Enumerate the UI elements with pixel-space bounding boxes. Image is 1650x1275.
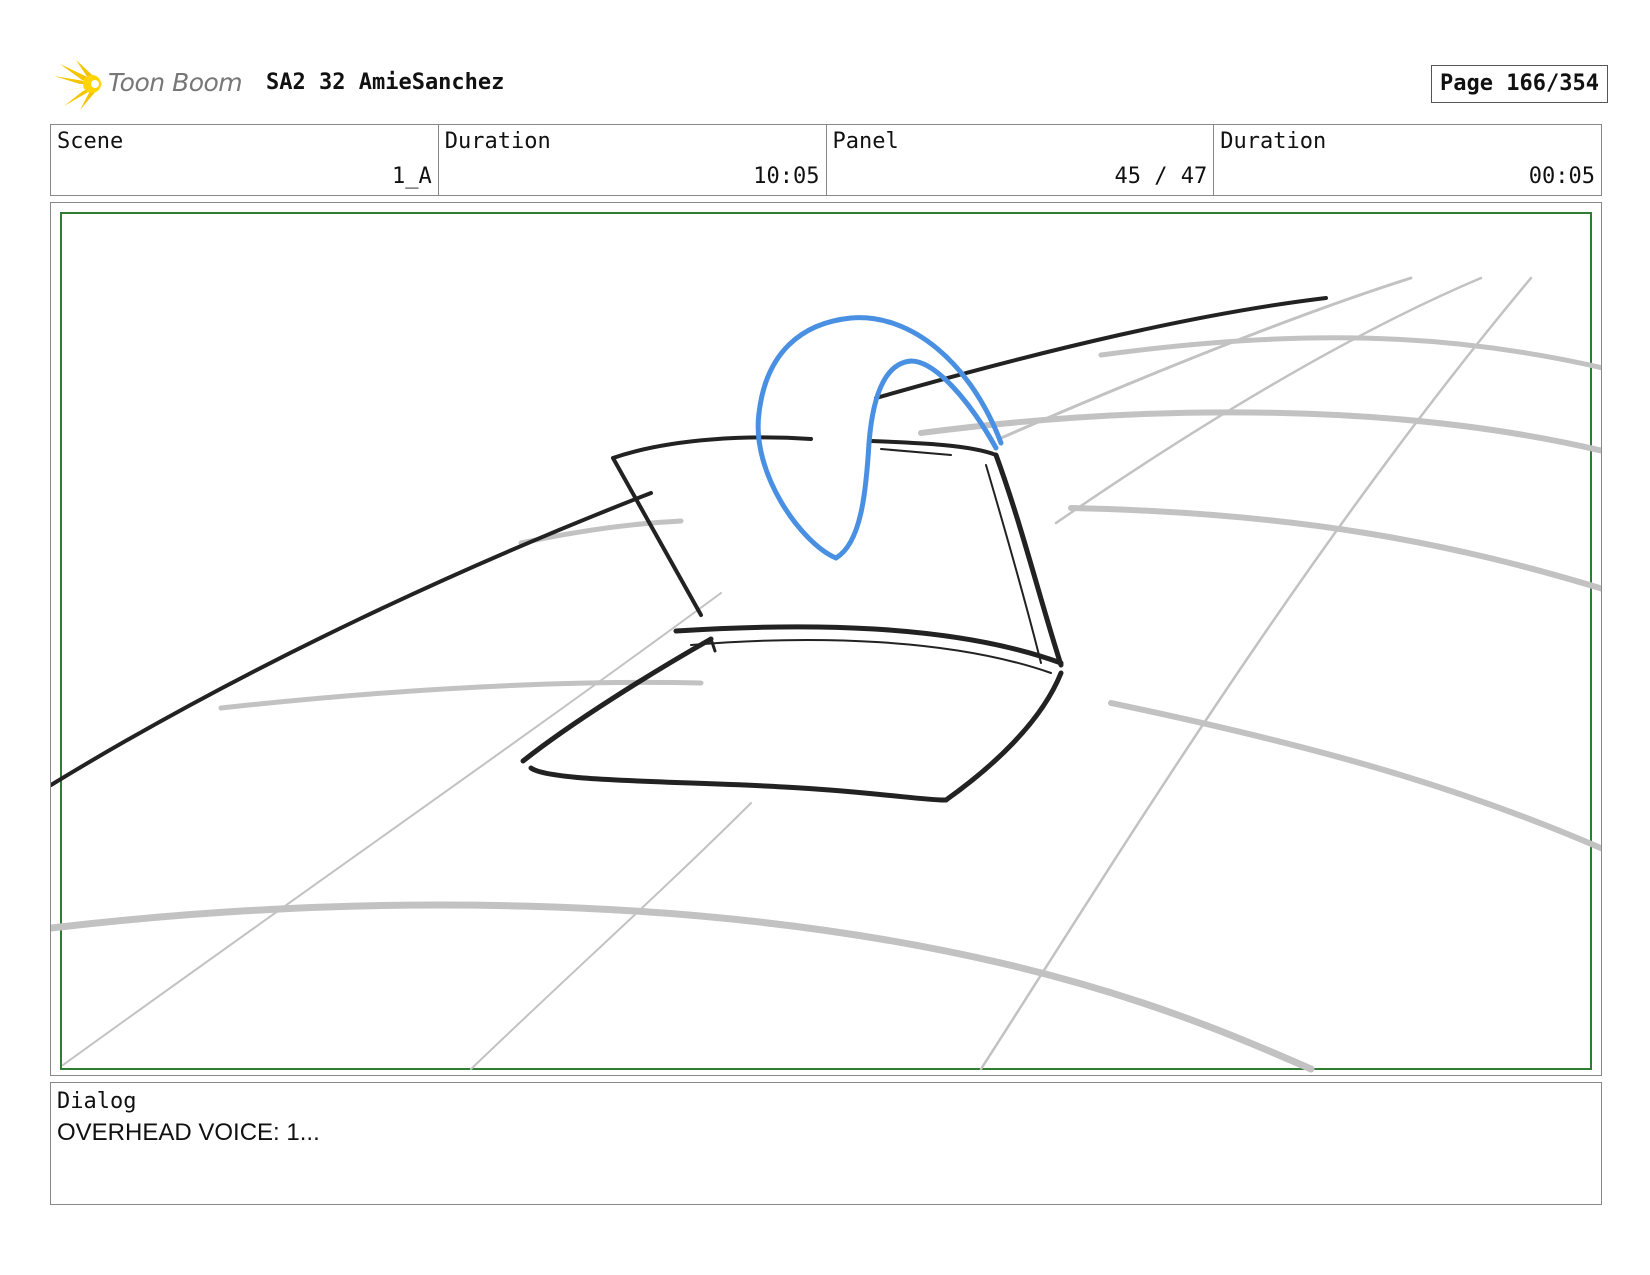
panel-cell: Panel 45 / 47 bbox=[827, 125, 1215, 195]
document-title: SA2 32 AmieSanchez bbox=[266, 70, 505, 95]
dialog-text: OVERHEAD VOICE: 1... bbox=[57, 1119, 320, 1146]
panel-value: 45 / 47 bbox=[1114, 164, 1208, 189]
floor-grid bbox=[51, 276, 1601, 1073]
page-number: Page 166/354 bbox=[1431, 65, 1608, 103]
page-header: Toon Boom SA2 32 AmieSanchez Page 166/35… bbox=[52, 58, 1608, 112]
toon-boom-logo: Toon Boom bbox=[52, 58, 252, 112]
scene-duration-label: Duration bbox=[444, 129, 551, 154]
horizon-line-far bbox=[874, 296, 1328, 400]
panel-duration-cell: Duration 00:05 bbox=[1214, 125, 1601, 195]
scene-label: Scene bbox=[57, 129, 124, 154]
laptop-sketch bbox=[520, 435, 1064, 803]
scene-cell: Scene 1_A bbox=[51, 125, 439, 195]
panel-duration-label: Duration bbox=[1220, 129, 1327, 154]
storyboard-panel bbox=[50, 202, 1602, 1076]
starburst-icon bbox=[54, 60, 102, 110]
scene-duration-cell: Duration 10:05 bbox=[439, 125, 827, 195]
panel-info-table: Scene 1_A Duration 10:05 Panel 45 / 47 D… bbox=[50, 124, 1602, 196]
panel-label: Panel bbox=[832, 129, 899, 154]
dialog-box: Dialog OVERHEAD VOICE: 1... bbox=[50, 1082, 1602, 1205]
panel-sketch bbox=[51, 212, 1601, 1073]
scene-value: 1_A bbox=[392, 164, 432, 189]
panel-duration-value: 00:05 bbox=[1528, 164, 1595, 189]
scene-duration-value: 10:05 bbox=[753, 164, 820, 189]
logo-wordmark: Toon Boom bbox=[108, 68, 243, 97]
dialog-label: Dialog bbox=[57, 1089, 137, 1114]
